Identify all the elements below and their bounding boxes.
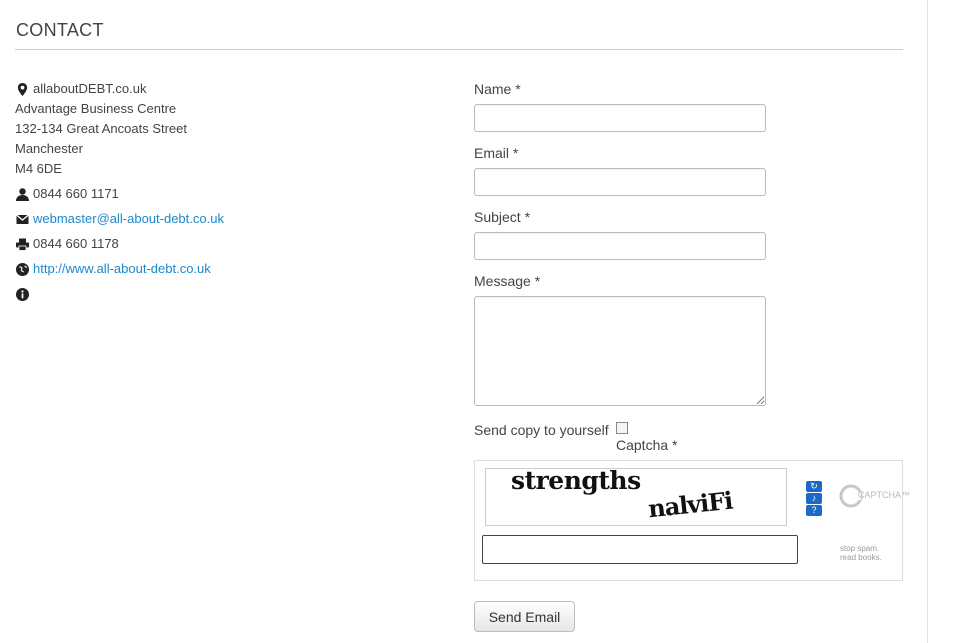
user-icon xyxy=(16,188,29,201)
print-icon xyxy=(16,238,29,251)
map-marker-icon xyxy=(16,83,29,96)
address-line-2: 132-134 Great Ancoats Street xyxy=(15,121,187,136)
address-line-3: Manchester xyxy=(15,141,83,156)
recaptcha-brand: CAPTCHA™ xyxy=(858,490,911,500)
captcha-response-input[interactable] xyxy=(482,535,798,564)
recaptcha-tagline: stop spam. read books. xyxy=(840,544,882,562)
envelope-icon xyxy=(16,213,29,226)
panel-border xyxy=(927,0,928,643)
contact-phone: 0844 660 1171 xyxy=(33,186,119,201)
audio-icon[interactable]: ♪ xyxy=(806,493,822,504)
email-label: Email * xyxy=(474,145,519,161)
title-divider xyxy=(15,49,903,50)
captcha-label: Captcha * xyxy=(616,437,678,453)
help-icon[interactable]: ? xyxy=(806,505,822,516)
refresh-icon[interactable]: ↻ xyxy=(806,481,822,492)
name-label: Name * xyxy=(474,81,521,97)
captcha-word-1: strengths xyxy=(511,466,641,495)
subject-label: Subject * xyxy=(474,209,531,225)
name-input[interactable] xyxy=(474,104,766,132)
contact-email-link[interactable]: webmaster@all-about-debt.co.uk xyxy=(33,209,224,229)
address-line-4: M4 6DE xyxy=(15,161,62,176)
globe-icon xyxy=(16,263,29,276)
contact-name: allaboutDEBT.co.uk xyxy=(33,81,147,96)
address-line-1: Advantage Business Centre xyxy=(15,101,177,116)
info-icon xyxy=(16,288,29,301)
tagline-line-1: stop spam. xyxy=(840,544,880,553)
message-textarea[interactable] xyxy=(474,296,766,406)
send-email-button[interactable]: Send Email xyxy=(474,601,575,632)
message-label: Message * xyxy=(474,273,541,289)
page-title: CONTACT xyxy=(16,20,104,40)
contact-fax: 0844 660 1178 xyxy=(33,236,119,251)
send-copy-checkbox[interactable] xyxy=(616,422,628,434)
contact-website-link[interactable]: http://www.all-about-debt.co.uk xyxy=(33,259,211,279)
email-input[interactable] xyxy=(474,168,766,196)
send-copy-label: Send copy to yourself xyxy=(474,422,609,438)
tagline-line-2: read books. xyxy=(840,553,882,562)
subject-input[interactable] xyxy=(474,232,766,260)
